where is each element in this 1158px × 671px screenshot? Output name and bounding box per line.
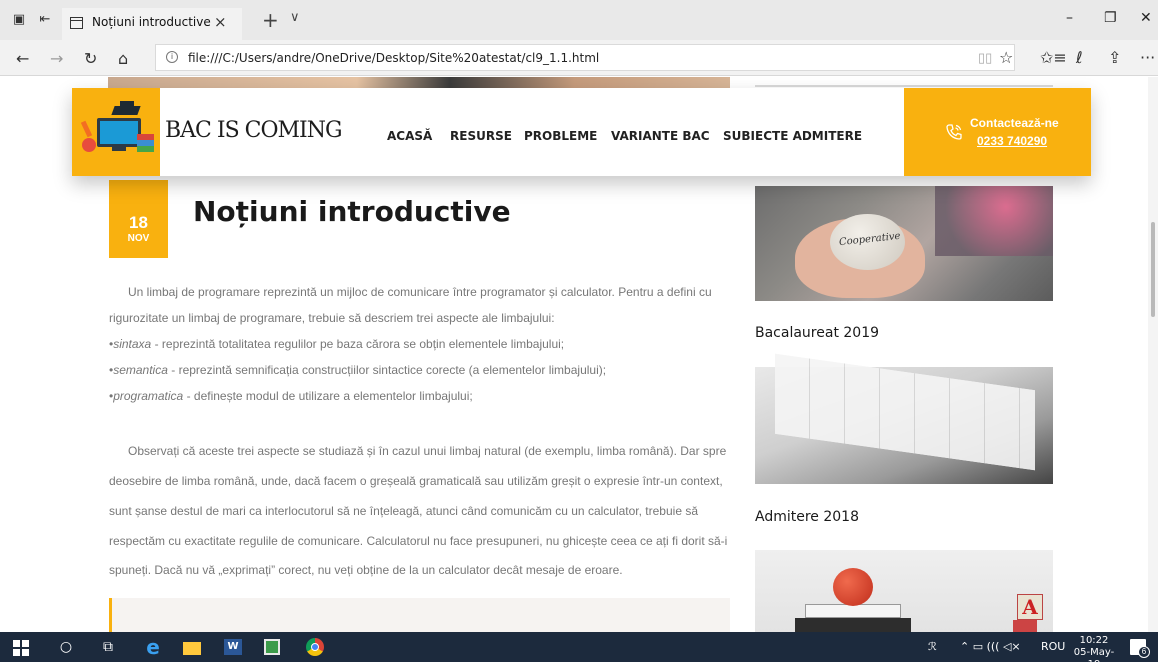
site-header: BAC IS COMING ACASĂ RESURSE PROBLEME VAR…: [72, 88, 1091, 176]
close-tab-icon[interactable]: ×: [214, 13, 227, 31]
paragraph-line: deosebire de limba română, unde, dacă fa…: [109, 474, 723, 488]
task-view-icon[interactable]: ⧉: [98, 637, 118, 657]
clock-time: 10:22: [1079, 635, 1109, 646]
sidebar-heading-bacalaureat[interactable]: Bacalaureat 2019: [755, 325, 879, 341]
favorites-icon[interactable]: ✩≡: [1040, 48, 1067, 67]
paragraph-line: rigurozitate un limbaj de programare, tr…: [109, 311, 555, 325]
sidebar-heading-admitere[interactable]: Admitere 2018: [755, 509, 859, 525]
edge-icon[interactable]: e: [140, 637, 166, 657]
paragraph-line: respectăm cu exactitate regulile de comu…: [109, 534, 728, 548]
sidebar-image-cooperative[interactable]: Cooperative: [755, 186, 1053, 301]
nav-probleme[interactable]: PROBLEME: [524, 129, 597, 143]
scrollbar-thumb[interactable]: [1151, 222, 1155, 317]
date-day: 18: [129, 213, 148, 232]
aspect-programatica: •programatica - definește modul de utili…: [109, 389, 473, 403]
pencil-icon: [80, 120, 93, 138]
paragraph-line: Un limbaj de programare reprezintă un mi…: [128, 285, 712, 299]
contact-label[interactable]: Contactează-ne: [970, 116, 1059, 130]
background-figure: [935, 186, 1053, 256]
aspect-text: - reprezintă totalitatea regulilor pe ba…: [151, 337, 565, 351]
windows-taskbar: ○ ⧉ e W ℛ ⌃ ▭ ((( ◁× ROU 10:22 05-May-19…: [0, 632, 1158, 670]
sidebar-image-calendar[interactable]: [755, 353, 1053, 484]
date-badge: 18 NOV: [109, 180, 168, 258]
paragraph-line: Observați că aceste trei aspecte se stud…: [128, 444, 727, 458]
phone-icon: [946, 124, 962, 140]
tab-title: Noțiuni introductive: [92, 15, 211, 29]
project-app-icon[interactable]: [262, 637, 282, 657]
page-scrollbar[interactable]: [1148, 77, 1158, 632]
favorite-star-icon[interactable]: ☆: [999, 48, 1013, 67]
notes-pen-icon[interactable]: ℓ: [1076, 48, 1083, 67]
page-viewport: Cooperative Bacalaureat 2019 Admitere 20…: [0, 77, 1158, 632]
maximize-button[interactable]: ❐: [1104, 10, 1117, 26]
nav-resurse[interactable]: RESURSE: [450, 129, 512, 143]
calendar-page-shape: [775, 353, 1035, 471]
aspect-term: programatica: [113, 389, 184, 403]
monitor-stand: [112, 147, 126, 151]
more-icon[interactable]: ···: [1140, 48, 1155, 67]
aspect-sintaxa: •sintaxa - reprezintă totalitatea reguli…: [109, 337, 564, 351]
nav-subiecte-admitere[interactable]: SUBIECTE ADMITERE: [723, 129, 862, 143]
letter-block: A: [1017, 594, 1043, 620]
tab-preview-icon[interactable]: ▣: [10, 12, 28, 28]
site-logo[interactable]: [72, 88, 160, 176]
aspect-term: sintaxa: [113, 337, 152, 351]
page-title: Noțiuni introductive: [193, 195, 511, 228]
info-icon[interactable]: i: [166, 51, 178, 63]
aspect-semantica: •semantica - reprezintă semnificația con…: [109, 363, 606, 377]
book-shape: [805, 604, 901, 618]
aspect-text: - reprezintă semnificația construcțiilor…: [167, 363, 607, 377]
set-tabs-aside-icon[interactable]: ⇤: [36, 12, 54, 28]
chrome-icon[interactable]: [305, 637, 325, 657]
search-icon[interactable]: ○: [56, 637, 76, 657]
book-shape: [795, 618, 911, 632]
minimize-button[interactable]: –: [1066, 10, 1073, 26]
page-icon: [70, 17, 83, 29]
new-tab-icon[interactable]: +: [262, 8, 279, 32]
site-brand[interactable]: BAC IS COMING: [165, 118, 343, 143]
people-icon[interactable]: ℛ: [928, 640, 937, 653]
clock-date: 05-May-19: [1073, 647, 1115, 670]
forward-button[interactable]: →: [50, 49, 63, 68]
paragraph-line: sunt șanse destul de mari ca interlocuto…: [109, 504, 699, 518]
reading-view-icon[interactable]: ▯▯: [978, 50, 992, 66]
home-button[interactable]: ⌂: [118, 49, 128, 68]
sidebar-divider: [755, 85, 1053, 87]
monitor-icon: [97, 118, 141, 147]
aspect-term: semantica: [113, 363, 168, 377]
paragraph-line: spuneți. Dacă nu vă „exprimați” corect, …: [109, 563, 623, 577]
apple-icon: [82, 138, 96, 152]
windows-start-icon[interactable]: [12, 637, 30, 657]
sidebar-image-apple[interactable]: A: [755, 550, 1053, 632]
date-month: NOV: [127, 233, 150, 244]
chevron-down-icon[interactable]: ∨: [290, 10, 300, 25]
system-clock[interactable]: 10:22 05-May-19: [1070, 635, 1118, 671]
nav-acasa[interactable]: ACASĂ: [387, 129, 432, 143]
url-text[interactable]: file:///C:/Users/andre/OneDrive/Desktop/…: [188, 51, 599, 65]
contact-phone-link[interactable]: 0233 740290: [977, 134, 1047, 148]
share-icon[interactable]: ⇪: [1108, 48, 1121, 67]
aspect-text: - definește modul de utilizare a element…: [183, 389, 473, 403]
browser-address-bar: ← → ↻ ⌂ i file:///C:/Users/andre/OneDriv…: [0, 40, 1158, 76]
books-icon: [137, 134, 154, 152]
word-icon[interactable]: W: [222, 637, 244, 657]
close-window-button[interactable]: ✕: [1140, 10, 1152, 26]
file-explorer-icon[interactable]: [182, 637, 202, 657]
language-indicator[interactable]: ROU: [1041, 640, 1065, 653]
contact-box[interactable]: Contactează-ne 0233 740290: [904, 88, 1091, 176]
address-input[interactable]: i file:///C:/Users/andre/OneDrive/Deskto…: [155, 44, 1015, 71]
quote-box: [109, 598, 730, 632]
letter-block: [1013, 620, 1037, 632]
graduation-cap-icon: [111, 106, 141, 115]
tray-icons[interactable]: ⌃ ▭ ((( ◁×: [960, 640, 1021, 653]
browser-tab-bar: ▣ ⇤ Noțiuni introductive × + ∨ – ❐ ✕: [0, 0, 1158, 40]
nav-variante-bac[interactable]: VARIANTE BAC: [611, 129, 710, 143]
refresh-button[interactable]: ↻: [84, 49, 97, 68]
apple-shape: [833, 568, 873, 606]
tab-active[interactable]: Noțiuni introductive ×: [62, 8, 242, 40]
back-button[interactable]: ←: [16, 49, 29, 68]
notification-count: 6: [1138, 646, 1150, 658]
